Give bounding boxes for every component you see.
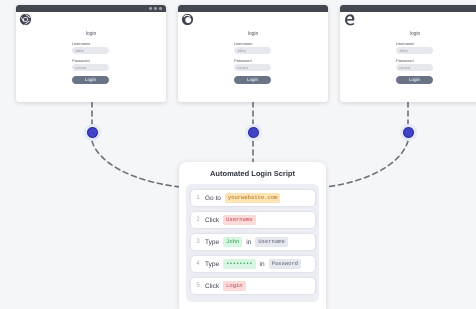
username-field[interactable]: John	[72, 47, 109, 54]
password-field[interactable]: ••••••••	[234, 64, 271, 71]
login-title: login	[85, 31, 97, 37]
step-number: 4	[196, 261, 200, 267]
login-button[interactable]: Login	[234, 76, 271, 84]
script-step-2[interactable]: 2 Click Username	[191, 212, 315, 228]
username-field[interactable]: John	[234, 47, 271, 54]
script-title: Automated Login Script	[210, 169, 295, 178]
browser-window-edge: login Username John Password •••••••• Lo…	[340, 5, 476, 102]
window-title-bar	[178, 5, 328, 12]
automated-login-script-card: Automated Login Script 1 Go to yourwebsi…	[179, 162, 326, 309]
step-joiner: in	[259, 260, 265, 268]
password-field[interactable]: ••••••••	[72, 64, 109, 71]
script-step-3[interactable]: 3 Type John in Username	[191, 234, 315, 250]
login-button[interactable]: Login	[396, 76, 433, 84]
script-steps-list: 1 Go to yourwebsite.com 2 Click Username…	[186, 184, 319, 302]
step-action: Type	[205, 238, 220, 246]
password-label: Password	[396, 58, 414, 63]
edge-icon	[345, 14, 355, 26]
browser-window-chrome: login Username John Password •••••••• Lo…	[16, 5, 166, 102]
step-joiner: in	[246, 238, 252, 246]
login-button[interactable]: Login	[72, 76, 109, 84]
connector-node-right	[400, 124, 417, 141]
script-step-5[interactable]: 5 Click Login	[191, 278, 315, 294]
password-label: Password	[72, 58, 90, 63]
step-argument: John	[223, 237, 243, 247]
username-field[interactable]: John	[396, 47, 433, 54]
step-target: Password	[268, 259, 301, 269]
step-action: Go to	[205, 194, 221, 202]
password-label: Password	[234, 58, 252, 63]
connector-right-curve	[325, 140, 409, 188]
chrome-icon	[19, 13, 32, 26]
step-number: 1	[196, 195, 200, 201]
window-title-bar	[340, 5, 476, 12]
connector-node-center	[245, 124, 262, 141]
username-label: Username	[396, 41, 415, 46]
username-label: Username	[234, 41, 253, 46]
step-argument: Login	[223, 281, 246, 291]
firefox-icon	[181, 13, 194, 26]
step-argument: yourwebsite.com	[224, 193, 281, 203]
step-argument: ••••••••	[223, 259, 256, 269]
step-number: 3	[196, 239, 200, 245]
window-title-bar	[16, 5, 166, 12]
script-step-1[interactable]: 1 Go to yourwebsite.com	[191, 190, 315, 206]
step-target: Username	[255, 237, 288, 247]
browser-window-firefox: login Username John Password •••••••• Lo…	[178, 5, 328, 102]
window-controls[interactable]	[149, 7, 162, 10]
step-number: 2	[196, 217, 200, 223]
step-number: 5	[196, 283, 200, 289]
step-argument: Username	[223, 215, 256, 225]
connector-left-curve	[91, 140, 181, 188]
connector-node-left	[84, 124, 101, 141]
step-action: Click	[205, 216, 220, 224]
login-title: login	[409, 31, 421, 37]
step-action: Type	[205, 260, 220, 268]
login-title: login	[247, 31, 259, 37]
step-action: Click	[205, 282, 220, 290]
script-step-4[interactable]: 4 Type •••••••• in Password	[191, 256, 315, 272]
username-label: Username	[72, 41, 91, 46]
password-field[interactable]: ••••••••	[396, 64, 433, 71]
